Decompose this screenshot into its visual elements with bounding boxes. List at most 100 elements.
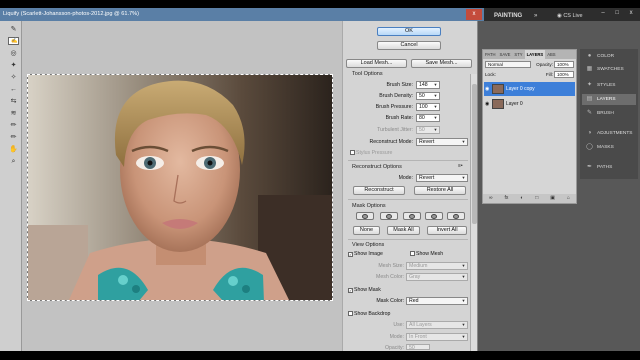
show-image-checkbox[interactable]: ✓ Show Image xyxy=(348,251,383,257)
show-mesh-checkbox[interactable]: Show Mesh xyxy=(410,251,443,257)
use-select[interactable]: All Layers ▼ xyxy=(406,321,468,329)
tab-path[interactable]: PATH xyxy=(483,50,498,59)
replace-selection-icon[interactable] xyxy=(356,212,374,220)
show-backdrop-checkbox[interactable]: Show Backdrop xyxy=(348,311,390,317)
backdrop-opacity-input[interactable]: 50 xyxy=(406,344,430,351)
show-backdrop-box[interactable] xyxy=(348,311,353,316)
show-image-label: Show Image xyxy=(354,251,383,257)
mask-none-button[interactable]: None xyxy=(353,226,380,235)
show-image-check-icon[interactable]: ✓ xyxy=(348,252,353,257)
add-to-selection-icon[interactable] xyxy=(380,212,398,220)
tab-abs[interactable]: ABS xyxy=(545,50,557,59)
dock-styles[interactable]: ✦ STYLES xyxy=(582,80,636,91)
tab-sty[interactable]: STY xyxy=(512,50,524,59)
mesh-color-select[interactable]: Gray ▼ xyxy=(406,273,468,281)
layer-row[interactable]: ◉ Layer 0 copy xyxy=(484,82,575,96)
dock-masks[interactable]: ◯ MASKS xyxy=(582,142,636,153)
brush-size-input[interactable]: 148 ▼ xyxy=(416,81,440,89)
scrollbar-thumb[interactable] xyxy=(472,84,477,224)
mask-all-button[interactable]: Mask All xyxy=(387,226,420,235)
close-app-button[interactable]: x xyxy=(630,10,633,21)
mirror-tool[interactable]: ⇆ xyxy=(8,97,19,107)
new-layer-icon[interactable]: ▣ xyxy=(550,194,555,203)
mask-color-select[interactable]: Red ▼ xyxy=(406,297,468,305)
dock-brush[interactable]: ✎ BRUSH xyxy=(582,108,636,119)
adjustment-layer-icon[interactable]: ◐ xyxy=(520,194,523,203)
maximize-button[interactable]: □ xyxy=(615,10,619,21)
reconstruct-button[interactable]: Reconstruct xyxy=(353,186,405,195)
twirl-tool[interactable]: ◎ xyxy=(8,49,19,59)
thaw-mask-tool[interactable]: ✏ xyxy=(8,133,19,143)
dock-paths[interactable]: ✒ PATHS xyxy=(582,162,636,173)
load-mesh-button[interactable]: Load Mesh... xyxy=(346,59,407,68)
restore-all-button[interactable]: Restore All xyxy=(414,186,466,195)
save-mesh-button[interactable]: Save Mesh... xyxy=(411,59,472,68)
turbulence-tool[interactable]: ≋ xyxy=(8,109,19,119)
view-options-heading: View Options xyxy=(352,242,385,248)
subtract-from-selection-icon[interactable] xyxy=(403,212,421,220)
blend-mode-select[interactable]: Normal xyxy=(485,61,531,68)
turbulent-jitter-dropdown-icon[interactable]: ▼ xyxy=(432,127,439,133)
reconstruct-tool[interactable]: ✍ xyxy=(8,37,19,45)
show-mask-checkbox[interactable]: ✓ Show Mask xyxy=(348,287,381,293)
layer-style-icon[interactable]: fx xyxy=(504,194,508,203)
minimize-button[interactable]: – xyxy=(601,10,604,21)
mesh-color-label: Mesh Color: xyxy=(376,274,404,280)
stylus-pressure-checkbox[interactable]: Stylus Pressure xyxy=(350,150,392,156)
mesh-size-select[interactable]: Medium ▼ xyxy=(406,262,468,270)
dock-color[interactable]: ● COLOR xyxy=(582,51,636,62)
stylus-pressure-box[interactable] xyxy=(350,150,355,155)
cancel-button[interactable]: Cancel xyxy=(377,41,441,50)
panel-menu-icon[interactable]: ≡• xyxy=(458,163,463,169)
workspace-painting-button[interactable]: PAINTING xyxy=(494,11,534,21)
link-layers-icon[interactable]: ∞ xyxy=(489,194,493,203)
visibility-eye-icon[interactable]: ◉ xyxy=(485,97,489,111)
mesh-size-label: Mesh Size: xyxy=(378,263,404,269)
brush-rate-input[interactable]: 80 ▼ xyxy=(416,114,440,122)
portrait-photo[interactable] xyxy=(27,74,333,301)
visibility-eye-icon[interactable]: ◉ xyxy=(485,82,489,96)
dock-swatches[interactable]: ▦ SWATCHES xyxy=(582,64,636,75)
brush-rate-dropdown-icon[interactable]: ▼ xyxy=(432,115,439,121)
brush-rate-value: 80 xyxy=(419,115,425,121)
zoom-tool[interactable]: ⌕ xyxy=(8,157,19,167)
brush-size-dropdown-icon[interactable]: ▼ xyxy=(432,82,439,88)
options-scrollbar[interactable] xyxy=(470,74,477,351)
pucker-tool[interactable]: ✦ xyxy=(8,61,19,71)
fill-input[interactable]: 100% xyxy=(554,71,574,78)
invert-all-button[interactable]: Invert All xyxy=(427,226,467,235)
hand-tool[interactable]: ✋ xyxy=(8,145,19,155)
tab-save[interactable]: SAVE xyxy=(498,50,513,59)
show-mask-label: Show Mask xyxy=(354,287,381,293)
layer-row[interactable]: ◉ Layer 0 xyxy=(484,97,575,111)
turbulent-jitter-input[interactable]: 50 ▼ xyxy=(416,126,440,134)
show-mesh-box[interactable] xyxy=(410,251,415,256)
delete-layer-icon[interactable]: ⌂ xyxy=(567,194,570,203)
brush-pressure-dropdown-icon[interactable]: ▼ xyxy=(432,104,439,110)
dock-adjustments[interactable]: ◑ ADJUSTMENTS xyxy=(582,128,636,139)
paths-icon: ✒ xyxy=(586,164,593,170)
ok-button[interactable]: OK xyxy=(377,27,441,36)
push-left-tool[interactable]: ← xyxy=(8,85,19,95)
backdrop-mode-select[interactable]: In Front ▼ xyxy=(406,333,468,341)
add-mask-icon[interactable]: □ xyxy=(535,194,538,203)
reconstruct-options-heading: Reconstruct Options xyxy=(352,164,402,170)
cs-live-button[interactable]: ◉ CS Live xyxy=(557,11,591,21)
panel-dock: ● COLOR ▦ SWATCHES ✦ STYLES ▤ LAYERS ✎ BRUSH … xyxy=(580,49,638,179)
forward-warp-tool[interactable]: ✎ xyxy=(8,25,19,35)
tab-layers[interactable]: LAYERS xyxy=(524,50,546,59)
reconstruct-mode2-select[interactable]: Revert ▼ xyxy=(416,174,468,182)
intersect-selection-icon[interactable] xyxy=(425,212,443,220)
layer-opacity-input[interactable]: 100% xyxy=(554,61,574,68)
dock-layers[interactable]: ▤ LAYERS xyxy=(582,94,636,105)
workspace-more-button[interactable]: » xyxy=(534,11,544,21)
freeze-mask-tool[interactable]: ✏ xyxy=(8,121,19,131)
brush-pressure-input[interactable]: 100 ▼ xyxy=(416,103,440,111)
reconstruct-mode-select[interactable]: Revert ▼ xyxy=(416,138,468,146)
bloat-tool[interactable]: ✧ xyxy=(8,73,19,83)
close-dialog-button[interactable]: x xyxy=(466,9,482,20)
show-mask-check-icon[interactable]: ✓ xyxy=(348,288,353,293)
brush-density-dropdown-icon[interactable]: ▼ xyxy=(432,93,439,99)
brush-density-input[interactable]: 50 ▼ xyxy=(416,92,440,100)
invert-selection-icon[interactable] xyxy=(447,212,465,220)
